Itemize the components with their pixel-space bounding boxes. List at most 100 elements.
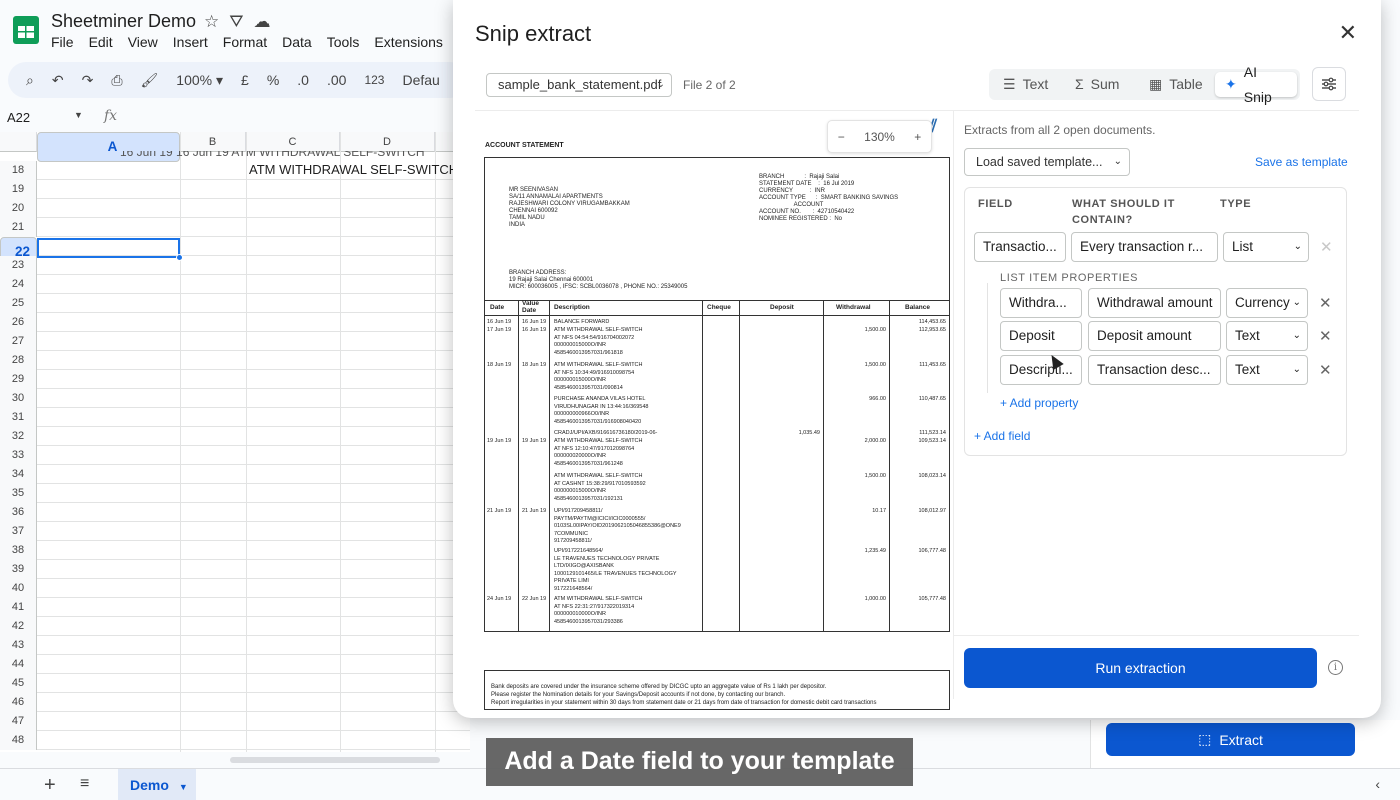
row-number[interactable]: 46 bbox=[0, 693, 37, 712]
remove-property-icon[interactable]: ✕ bbox=[1319, 327, 1332, 345]
row-number[interactable]: 40 bbox=[0, 579, 37, 598]
row-number[interactable]: 24 bbox=[0, 275, 37, 294]
menu-view[interactable]: View bbox=[128, 34, 158, 50]
close-icon[interactable]: ✕ bbox=[1339, 20, 1357, 46]
row-number[interactable]: 20 bbox=[0, 199, 37, 218]
menu-extensions[interactable]: Extensions bbox=[374, 34, 442, 50]
property-type-select[interactable]: Text ⌄ bbox=[1226, 355, 1308, 385]
fill-handle[interactable] bbox=[176, 254, 183, 261]
property-description-input[interactable]: Transaction desc... bbox=[1088, 355, 1221, 385]
font-select[interactable]: Defau bbox=[402, 72, 439, 88]
search-icon[interactable]: ⌕ bbox=[26, 72, 34, 89]
row-number[interactable]: 43 bbox=[0, 636, 37, 655]
settings-button[interactable] bbox=[1312, 67, 1346, 101]
redo-icon[interactable]: ↷ bbox=[82, 72, 94, 89]
menu-data[interactable]: Data bbox=[282, 34, 312, 50]
property-name-input[interactable]: Deposit bbox=[1000, 321, 1082, 351]
sheet-row[interactable]: 39 bbox=[0, 560, 470, 579]
menu-tools[interactable]: Tools bbox=[327, 34, 360, 50]
cell-c18[interactable]: ATM WITHDRAWAL SELF-SWITCH bbox=[249, 162, 458, 177]
document-title[interactable]: Sheetminer Demo bbox=[51, 11, 196, 32]
sheet-row[interactable]: 29 bbox=[0, 370, 470, 389]
sheet-row[interactable]: 47 bbox=[0, 712, 470, 731]
spreadsheet-grid[interactable]: A B C D 18 19 20 21 22 23 24 25 26 27 28 29 30 31 32 33… bbox=[0, 132, 470, 752]
load-template-select[interactable]: Load saved template... ⌄ bbox=[964, 148, 1130, 176]
row-number[interactable]: 29 bbox=[0, 370, 37, 389]
row-number[interactable]: 42 bbox=[0, 617, 37, 636]
sheets-logo-icon[interactable] bbox=[10, 14, 42, 46]
sheet-row[interactable]: 30 bbox=[0, 389, 470, 408]
remove-property-icon[interactable]: ✕ bbox=[1319, 294, 1332, 312]
sheet-row[interactable]: 37 bbox=[0, 522, 470, 541]
row-number[interactable]: 18 bbox=[0, 161, 37, 180]
save-as-template-link[interactable]: Save as template bbox=[1255, 155, 1348, 169]
row-number[interactable]: 28 bbox=[0, 351, 37, 370]
add-sheet-icon[interactable]: + bbox=[44, 774, 56, 797]
row-number[interactable]: 41 bbox=[0, 598, 37, 617]
paint-format-icon[interactable]: 🖌 bbox=[141, 72, 159, 89]
all-sheets-icon[interactable]: ≡ bbox=[80, 775, 89, 793]
sheet-row[interactable]: 41 bbox=[0, 598, 470, 617]
row-number[interactable]: 25 bbox=[0, 294, 37, 313]
add-property-link[interactable]: + Add property bbox=[1000, 396, 1078, 410]
property-type-select[interactable]: Text ⌄ bbox=[1226, 321, 1308, 351]
remove-property-icon[interactable]: ✕ bbox=[1319, 361, 1332, 379]
row-number[interactable]: 26 bbox=[0, 313, 37, 332]
sheet-row[interactable]: 46 bbox=[0, 693, 470, 712]
row-number[interactable]: 38 bbox=[0, 541, 37, 560]
menu-edit[interactable]: Edit bbox=[89, 34, 113, 50]
row-number[interactable]: 48 bbox=[0, 731, 37, 750]
print-icon[interactable]: ⎙ bbox=[111, 72, 122, 89]
cloud-status-icon[interactable]: ☁ bbox=[254, 12, 271, 32]
row-number[interactable]: 34 bbox=[0, 465, 37, 484]
property-name-input[interactable]: Withdra... bbox=[1000, 288, 1082, 318]
field-type-select[interactable]: List ⌄ bbox=[1223, 232, 1309, 262]
column-header-c[interactable]: C bbox=[246, 132, 340, 152]
zoom-out-button[interactable]: − bbox=[838, 130, 845, 144]
add-field-link[interactable]: + Add field bbox=[974, 429, 1030, 443]
sheet-row[interactable]: 40 bbox=[0, 579, 470, 598]
sheet-row[interactable]: 28 bbox=[0, 351, 470, 370]
menu-file[interactable]: File bbox=[51, 34, 74, 50]
tab-table[interactable]: ▦ Table bbox=[1139, 72, 1213, 97]
column-header-b[interactable]: B bbox=[180, 132, 246, 152]
sheet-row[interactable]: 45 bbox=[0, 674, 470, 693]
sheet-row[interactable]: 43 bbox=[0, 636, 470, 655]
row-number[interactable]: 32 bbox=[0, 427, 37, 446]
horizontal-scrollbar[interactable] bbox=[230, 757, 440, 763]
zoom-in-button[interactable]: + bbox=[914, 130, 921, 144]
sheet-row[interactable]: 33 bbox=[0, 446, 470, 465]
chevron-down-icon[interactable]: ▼ bbox=[74, 110, 83, 120]
sheet-row[interactable]: 32 bbox=[0, 427, 470, 446]
sheet-row[interactable]: 35 bbox=[0, 484, 470, 503]
percent-format-button[interactable]: % bbox=[267, 72, 279, 88]
menu-insert[interactable]: Insert bbox=[173, 34, 208, 50]
property-name-input[interactable]: Descripti... bbox=[1000, 355, 1082, 385]
run-extraction-button[interactable]: Run extraction bbox=[964, 648, 1317, 688]
menu-format[interactable]: Format bbox=[223, 34, 267, 50]
document-preview[interactable]: ⫽ ACCOUNT STATEMENT MR SEENIVASAN SA/11 … bbox=[453, 0, 953, 718]
extract-button[interactable]: ⬚ Extract bbox=[1106, 723, 1355, 756]
sheet-row[interactable]: 44 bbox=[0, 655, 470, 674]
row-number[interactable]: 19 bbox=[0, 180, 37, 199]
sheet-row[interactable]: 25 bbox=[0, 294, 470, 313]
tab-ai-snip[interactable]: ✦ AI Snip bbox=[1215, 64, 1297, 105]
decrease-decimal-button[interactable]: .0 bbox=[297, 72, 309, 88]
tab-sum[interactable]: Σ Sum bbox=[1065, 72, 1129, 97]
sheet-row[interactable]: 48 bbox=[0, 731, 470, 750]
sheet-row[interactable]: 27 bbox=[0, 332, 470, 351]
row-number[interactable]: 21 bbox=[0, 218, 37, 237]
sheet-row[interactable]: 31 bbox=[0, 408, 470, 427]
sheet-row[interactable]: 20 bbox=[0, 199, 470, 218]
chevron-down-icon[interactable]: ▼ bbox=[179, 782, 188, 792]
move-drive-icon[interactable]: ⛛ bbox=[229, 12, 243, 32]
sheet-row[interactable]: 19 bbox=[0, 180, 470, 199]
more-formats-button[interactable]: 123 bbox=[364, 73, 384, 87]
column-header-d[interactable]: D bbox=[340, 132, 435, 152]
sheet-row[interactable]: 42 bbox=[0, 617, 470, 636]
row-number[interactable]: 45 bbox=[0, 674, 37, 693]
sheet-tab-demo[interactable]: Demo ▼ bbox=[118, 769, 196, 800]
info-icon[interactable]: i bbox=[1328, 660, 1343, 675]
row-number[interactable]: 37 bbox=[0, 522, 37, 541]
star-icon[interactable]: ☆ bbox=[204, 12, 219, 32]
